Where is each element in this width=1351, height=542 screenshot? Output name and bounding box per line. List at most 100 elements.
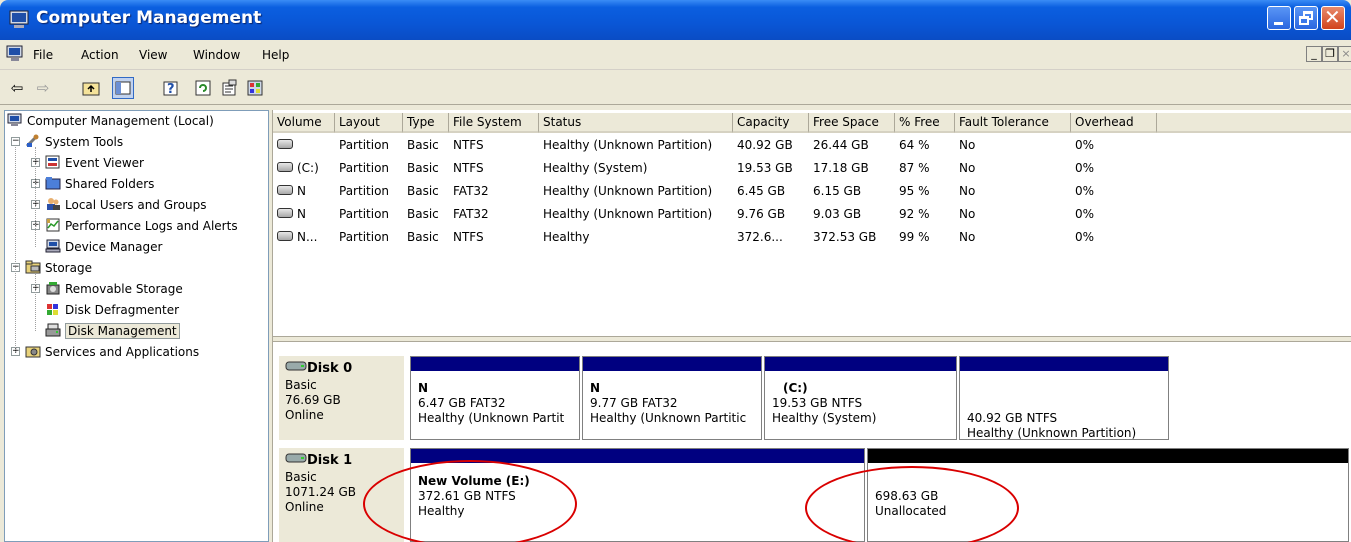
menu-window[interactable]: Window: [193, 48, 240, 62]
cell-status: Healthy (System): [543, 161, 648, 175]
tree-item-local-users-and-groups[interactable]: Local Users and Groups: [45, 195, 207, 215]
partition-name: (C:): [783, 381, 808, 395]
refresh-icon[interactable]: [192, 77, 214, 99]
tree-item-computer-management[interactable]: Computer Management (Local): [7, 111, 214, 131]
column-header-free-space[interactable]: Free Space: [809, 113, 895, 133]
tree-item-performance-logs-and-alerts[interactable]: Performance Logs and Alerts: [45, 216, 238, 236]
disk-state: Online: [285, 408, 324, 422]
cell-volume: (C:): [297, 161, 319, 175]
volume-row[interactable]: N Partition Basic FAT32 Healthy (Unknown Par…: [273, 204, 1157, 224]
volume-list-pane[interactable]: Volume Layout Type File System Status Ca…: [272, 110, 1351, 542]
disk-map-pane[interactable]: Disk 0 Basic 76.69 GB Online N 6.47 GB F…: [273, 342, 1351, 542]
partition-bar: [583, 357, 761, 371]
tree-line: [35, 273, 36, 331]
tree-label: Disk Defragmenter: [65, 303, 180, 317]
properties-icon[interactable]: [218, 77, 240, 99]
partition-status: Healthy (Unknown Partition): [967, 426, 1137, 440]
computer-icon: [7, 113, 22, 126]
cell-type: Basic: [407, 138, 439, 152]
event-viewer-icon: [45, 155, 60, 169]
partition-disk0-c[interactable]: (C:) 19.53 GB NTFS Healthy (System): [764, 356, 957, 440]
tree-item-system-tools[interactable]: System Tools: [25, 132, 123, 152]
tree-item-shared-folders[interactable]: Shared Folders: [45, 174, 154, 194]
up-folder-icon[interactable]: [80, 77, 102, 99]
mdi-restore-button[interactable]: ❐: [1322, 46, 1338, 62]
tree-item-services-and-applications[interactable]: Services and Applications: [25, 342, 199, 362]
mdi-minimize-button[interactable]: _: [1306, 46, 1322, 62]
cell-free-space: 6.15 GB: [813, 184, 862, 198]
cell-free-space: 372.53 GB: [813, 230, 877, 244]
minimize-button[interactable]: [1267, 6, 1291, 30]
cell-layout: Partition: [339, 161, 390, 175]
shared-folder-icon: [45, 177, 61, 190]
tree-item-disk-defragmenter[interactable]: Disk Defragmenter: [45, 300, 179, 320]
window-title: Computer Management: [36, 8, 262, 28]
storage-icon: [25, 260, 41, 274]
partition-disk0-n1[interactable]: N 6.47 GB FAT32 Healthy (Unknown Partit: [410, 356, 580, 440]
column-header-layout[interactable]: Layout: [335, 113, 403, 133]
console-tree[interactable]: Computer Management (Local) − System Too…: [4, 110, 269, 542]
collapse-toggle[interactable]: −: [11, 137, 20, 146]
volume-icon: [277, 231, 293, 241]
console-menu-icon[interactable]: [6, 45, 24, 63]
show-hide-tree-icon[interactable]: [112, 77, 134, 99]
title-bar[interactable]: Computer Management ✕: [0, 0, 1351, 40]
restore-button[interactable]: [1294, 6, 1318, 30]
volume-row[interactable]: N... Partition Basic NTFS Healthy 372.6... 372…: [273, 227, 1157, 247]
volume-row[interactable]: (C:) Partition Basic NTFS Healthy (System) 19…: [273, 158, 1157, 178]
cell-fault-tolerance: No: [959, 138, 976, 152]
forward-arrow-icon[interactable]: ⇨: [32, 77, 54, 99]
column-header-type[interactable]: Type: [403, 113, 449, 133]
volume-icon: [277, 139, 293, 149]
disk-name: Disk 1: [307, 453, 353, 468]
partition-size: 9.77 GB FAT32: [590, 396, 678, 410]
column-header-status[interactable]: Status: [539, 113, 733, 133]
menu-help[interactable]: Help: [262, 48, 289, 62]
mdi-close-button[interactable]: ×: [1338, 46, 1351, 62]
tree-label: Services and Applications: [45, 345, 200, 359]
help-icon[interactable]: ?: [160, 77, 182, 99]
partition-status: Healthy (Unknown Partit: [418, 411, 565, 425]
column-header-capacity[interactable]: Capacity: [733, 113, 809, 133]
menu-action[interactable]: Action: [81, 48, 119, 62]
column-header-overhead[interactable]: Overhead: [1071, 113, 1157, 133]
tree-item-removable-storage[interactable]: Removable Storage: [45, 279, 183, 299]
column-header-volume[interactable]: Volume: [273, 113, 335, 133]
volume-row[interactable]: N Partition Basic FAT32 Healthy (Unknown Par…: [273, 181, 1157, 201]
tree-item-disk-management[interactable]: Disk Management: [45, 321, 180, 341]
back-arrow-icon[interactable]: ⇦: [6, 77, 28, 99]
menu-view[interactable]: View: [139, 48, 167, 62]
users-icon: [47, 198, 60, 210]
column-header-fault-tolerance[interactable]: Fault Tolerance: [955, 113, 1071, 133]
close-button[interactable]: ✕: [1321, 5, 1345, 30]
tree-label: Storage: [45, 261, 92, 275]
cell-status: Healthy (Unknown Partition): [543, 184, 713, 198]
volume-row[interactable]: Partition Basic NTFS Healthy (Unknown Parti…: [273, 135, 1157, 155]
cell-overhead: 0%: [1075, 230, 1095, 244]
cell-file-system: FAT32: [453, 184, 489, 198]
unallocated-bar: [868, 449, 1348, 463]
tree-item-device-manager[interactable]: Device Manager: [45, 237, 162, 257]
cell-volume: N...: [297, 230, 318, 244]
cell-file-system: FAT32: [453, 207, 489, 221]
red-annotation-circle: [363, 460, 577, 542]
column-header-file-system[interactable]: File System: [449, 113, 539, 133]
cell-overhead: 0%: [1075, 161, 1095, 175]
disk-type: Basic: [285, 378, 317, 392]
cell-free-space: 26.44 GB: [813, 138, 869, 152]
console-settings-icon[interactable]: [244, 77, 266, 99]
cell-layout: Partition: [339, 138, 390, 152]
partition-disk0-n2[interactable]: N 9.77 GB FAT32 Healthy (Unknown Partiti…: [582, 356, 762, 440]
services-icon: [25, 346, 41, 358]
cell-volume: N: [297, 207, 306, 221]
partition-disk0-unnamed[interactable]: 40.92 GB NTFS Healthy (Unknown Partition…: [959, 356, 1169, 440]
partition-bar: [765, 357, 956, 371]
tree-item-event-viewer[interactable]: Event Viewer: [45, 153, 144, 173]
column-header-percent-free[interactable]: % Free: [895, 113, 955, 133]
cell-fault-tolerance: No: [959, 184, 976, 198]
disk-0-info[interactable]: Disk 0 Basic 76.69 GB Online: [279, 356, 404, 440]
menu-file[interactable]: File: [33, 48, 53, 62]
performance-logs-icon: [46, 218, 60, 232]
cell-status: Healthy (Unknown Partition): [543, 138, 713, 152]
cell-overhead: 0%: [1075, 138, 1095, 152]
